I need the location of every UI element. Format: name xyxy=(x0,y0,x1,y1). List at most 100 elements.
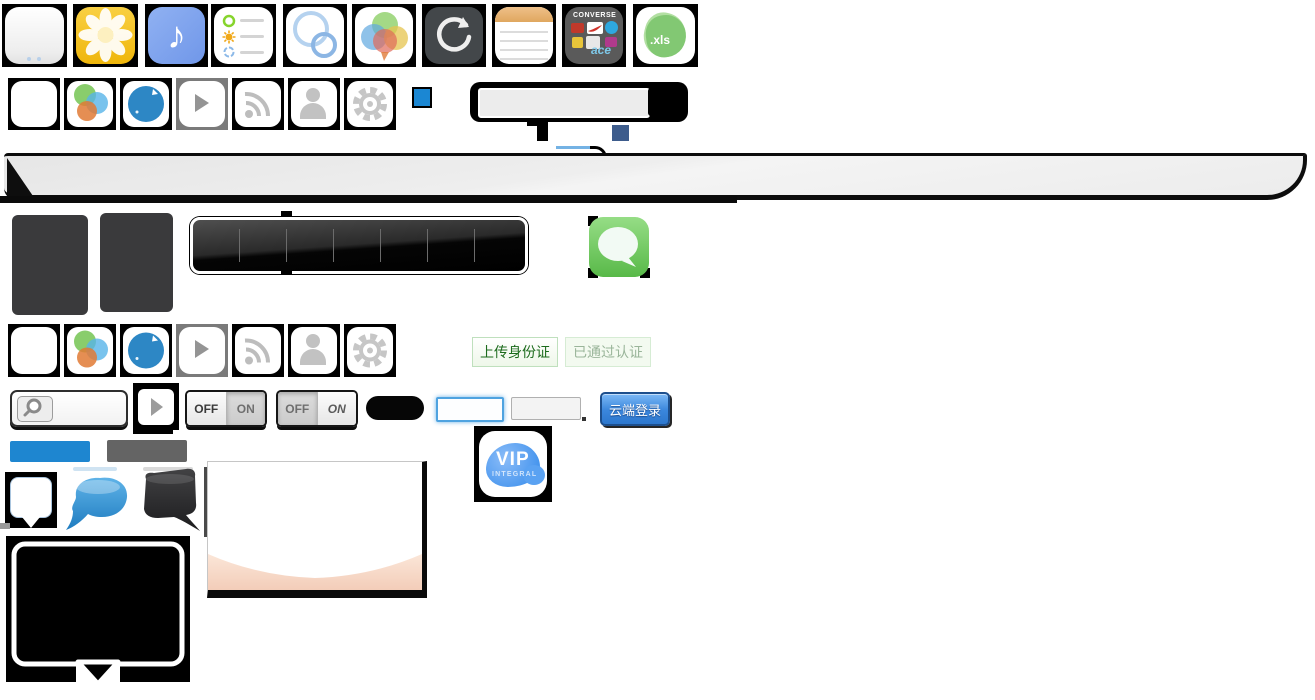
collage-white-block xyxy=(587,22,603,34)
play-triangle-icon xyxy=(151,398,163,416)
small-icon-bluesphere[interactable] xyxy=(120,324,172,377)
toggle-switch-on[interactable]: OFF ON xyxy=(276,390,358,427)
xls-label: .xls xyxy=(650,33,670,47)
small-icon-rss[interactable] xyxy=(232,324,284,377)
verified-badge: 已通过认证 xyxy=(565,337,651,367)
list-line xyxy=(240,51,264,54)
notes-line xyxy=(500,31,548,33)
small-icon-gamecenter[interactable] xyxy=(64,324,116,377)
bubble-cluster-icon xyxy=(355,7,413,64)
messages-app-icon[interactable] xyxy=(588,216,650,278)
black-tooltip-bubble xyxy=(6,536,190,686)
cloud-login-label: 云端登录 xyxy=(609,400,661,419)
small-icon-blank[interactable] xyxy=(8,324,60,377)
small-icon-rss[interactable] xyxy=(232,78,284,130)
search-input-field[interactable] xyxy=(10,390,128,427)
toolbar-shadow-strip xyxy=(0,196,737,203)
play-button[interactable] xyxy=(138,389,174,425)
small-icon-play[interactable] xyxy=(176,324,228,377)
small-icon-gear[interactable] xyxy=(344,324,396,377)
gear-icon xyxy=(347,327,393,374)
app-icon-brands[interactable]: CONVERSE ace xyxy=(562,4,626,67)
small-icon-play[interactable] xyxy=(176,78,228,130)
notes-header-band xyxy=(495,7,553,22)
app-icon-activity[interactable] xyxy=(283,4,347,67)
app-icon-music[interactable]: ♪ xyxy=(145,4,208,67)
gear-icon xyxy=(347,81,393,127)
blank-app-icon xyxy=(11,327,57,374)
blank-app-icon xyxy=(5,7,64,64)
toolbar-left-wedge xyxy=(7,158,33,196)
small-icon-user[interactable] xyxy=(288,78,340,130)
magnifier-button[interactable] xyxy=(17,396,53,422)
excel-xls-icon: .xls xyxy=(636,7,695,64)
dot-decoration xyxy=(37,57,41,61)
segbar-bottom-nub xyxy=(281,270,292,274)
refresh-arrows-icon xyxy=(425,7,483,64)
list-line xyxy=(240,19,264,22)
toggle-on-label: ON xyxy=(328,402,346,416)
flower-petals-icon xyxy=(76,7,135,64)
search-bar[interactable] xyxy=(470,82,688,122)
focused-input[interactable] xyxy=(436,397,504,422)
toggle-off-side[interactable]: OFF xyxy=(278,392,317,425)
activity-circles-icon xyxy=(286,7,344,64)
collage-converse-label: CONVERSE xyxy=(573,12,616,19)
resize-dot xyxy=(582,417,586,421)
app-icon-reminders[interactable] xyxy=(211,4,276,67)
search-button[interactable] xyxy=(648,88,680,116)
toggle-off-label: OFF xyxy=(285,402,309,416)
app-icon-chat-cluster[interactable] xyxy=(352,4,416,67)
black-pill xyxy=(366,396,424,420)
vip-badge-cell: VIP INTEGRAL xyxy=(474,426,552,502)
search-input[interactable] xyxy=(478,88,650,118)
black-speech-bubble-icon[interactable] xyxy=(136,467,202,535)
notes-line xyxy=(500,40,548,42)
popover-card xyxy=(207,461,427,598)
dot-decoration xyxy=(27,57,31,61)
segmented-toolbar[interactable] xyxy=(190,217,528,274)
text-input[interactable] xyxy=(511,397,581,420)
small-icon-bluesphere[interactable] xyxy=(120,78,172,130)
gray-rect-swatch[interactable] xyxy=(107,440,187,462)
vip-title: VIP xyxy=(496,449,530,471)
app-icon-notes[interactable] xyxy=(492,4,556,67)
user-icon xyxy=(291,81,337,127)
toggle-on-side[interactable]: ON xyxy=(227,392,266,425)
white-speech-bubble-icon[interactable] xyxy=(10,477,52,518)
upload-id-button[interactable]: 上传身份证 xyxy=(472,337,558,367)
toggle-on-side[interactable]: ON xyxy=(317,392,357,425)
play-button-cell[interactable] xyxy=(133,383,179,430)
small-icon-blank[interactable] xyxy=(8,78,60,130)
chat-bubbles-icon xyxy=(355,7,413,64)
blue-speech-bubble-icon[interactable] xyxy=(62,471,134,535)
fragment-bar xyxy=(537,126,548,141)
cloud-login-button[interactable]: 云端登录 xyxy=(600,392,670,426)
app-icon-blank[interactable] xyxy=(2,4,67,67)
small-icon-gear[interactable] xyxy=(344,78,396,130)
toggle-off-side[interactable]: OFF xyxy=(187,392,227,425)
toggle-switch-off[interactable]: OFF ON xyxy=(185,390,267,427)
blue-square-swatch[interactable] xyxy=(412,87,432,108)
user-icon xyxy=(291,327,337,374)
collage-yellow-block xyxy=(572,37,583,48)
bubble-tail xyxy=(22,517,40,528)
app-icon-xls[interactable]: .xls xyxy=(633,4,698,67)
list-bullets-icon xyxy=(221,14,237,58)
user-head xyxy=(306,88,320,102)
app-icon-sync[interactable] xyxy=(422,4,486,67)
charcoal-card xyxy=(12,215,88,315)
app-icon-photos[interactable] xyxy=(73,4,138,67)
vip-badge[interactable]: VIP INTEGRAL xyxy=(479,431,547,497)
small-icon-user[interactable] xyxy=(288,324,340,377)
segment-divider xyxy=(286,229,287,262)
toggle-off-label: OFF xyxy=(194,402,218,416)
play-icon xyxy=(179,81,225,127)
small-icon-gamecenter[interactable] xyxy=(64,78,116,130)
segment-divider xyxy=(427,229,428,262)
blue-rect-swatch[interactable] xyxy=(10,441,90,462)
music-note-icon: ♪ xyxy=(148,7,205,64)
reminders-list-icon xyxy=(214,7,273,64)
glossy-toolbar xyxy=(4,153,1307,200)
two-circles-icon xyxy=(286,7,344,64)
